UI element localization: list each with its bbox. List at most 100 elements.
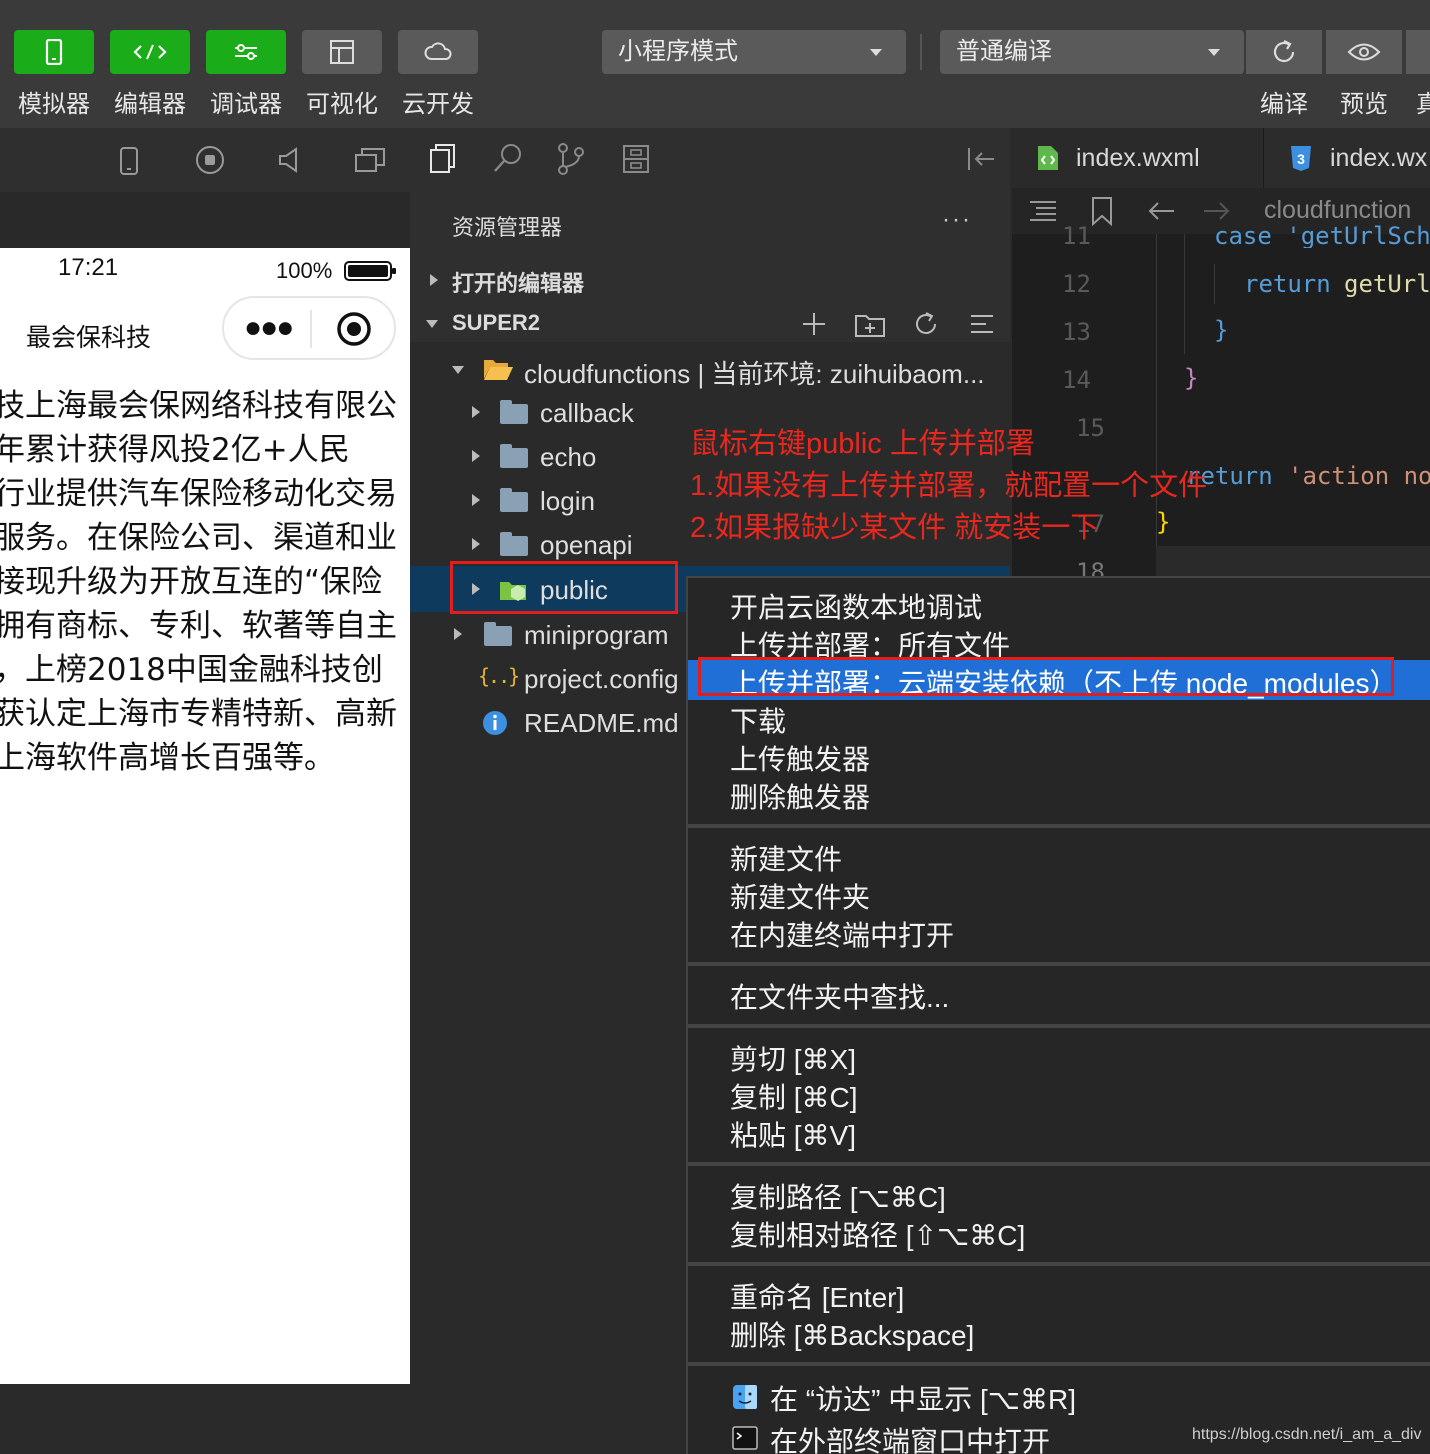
folder-icon [484, 622, 512, 646]
indent-guide [1156, 234, 1157, 554]
css-file-icon: 3 [1291, 146, 1311, 171]
menu-item-cut[interactable]: 剪切 [⌘X] [730, 1038, 856, 1078]
refresh-icon [1273, 40, 1295, 63]
current-line-highlight [1156, 546, 1430, 576]
body-text-line: 技上海最会保网络科技有限公 [0, 388, 397, 424]
menu-item-new-folder[interactable]: 新建文件夹 [730, 876, 870, 916]
real-device-button[interactable] [1406, 30, 1430, 74]
tab-index-wxss[interactable]: 3 index.wx [1266, 128, 1430, 188]
line-number: 14 [1062, 366, 1091, 394]
bookmark-icon[interactable] [1090, 196, 1114, 226]
simulator-button[interactable] [14, 30, 94, 74]
menu-item-delete[interactable]: 删除 [⌘Backspace] [730, 1314, 974, 1354]
layout-icon [330, 40, 354, 64]
menu-item-reveal-in-finder[interactable]: 在 “访达” 中显示 [⌥⌘R] [770, 1378, 1076, 1418]
stop-icon[interactable] [194, 144, 226, 176]
cloud-dev-label: 云开发 [402, 91, 474, 118]
explorer-title: 资源管理器 [452, 215, 563, 240]
tab-label: index.wxml [1076, 144, 1200, 172]
tab-index-wxml[interactable]: index.wxml [1012, 128, 1264, 188]
more-dots-icon[interactable]: ●●● [244, 313, 294, 343]
menu-item-download[interactable]: 下载 [730, 700, 786, 740]
more-actions-button[interactable]: ··· [942, 206, 972, 234]
top-toolbar: 模拟器 编辑器 调试器 可视化 云开发 小程序模式 普通编译 编译 预览 真 [0, 0, 1430, 128]
context-menu: 开启云函数本地调试 上传并部署：所有文件 上传并部署：云端安装依赖（不上传 no… [686, 576, 1430, 1454]
chevron-down-icon [1208, 49, 1220, 56]
debugger-button[interactable] [206, 30, 286, 74]
wxml-file-icon [1038, 146, 1058, 170]
compile-select-value: 普通编译 [956, 38, 1052, 65]
body-text-line: 接现升级为开放互连的“保险 [0, 564, 383, 600]
arrow-left-icon[interactable] [1146, 198, 1176, 224]
workspace-section[interactable]: SUPER2 [410, 302, 1010, 342]
menu-item-open-external-terminal[interactable]: 在外部终端窗口中打开 [770, 1420, 1050, 1454]
device-icon[interactable] [118, 146, 140, 176]
svg-text:3: 3 [1297, 151, 1305, 167]
window-icon[interactable] [354, 146, 386, 174]
terminal-icon [732, 1426, 758, 1450]
menu-item-delete-trigger[interactable]: 删除触发器 [730, 776, 870, 816]
menu-item-find-in-folder[interactable]: 在文件夹中查找... [730, 976, 949, 1016]
preview-button[interactable] [1326, 30, 1402, 74]
watermark: https://blog.csdn.net/i_am_a_div [1192, 1426, 1422, 1443]
visual-button[interactable] [302, 30, 382, 74]
menu-item-copy[interactable]: 复制 [⌘C] [730, 1076, 858, 1116]
folder-icon [500, 488, 528, 512]
body-text-line: ，上榜2018中国金融科技创 [0, 652, 383, 688]
menu-item-open-terminal[interactable]: 在内建终端中打开 [730, 914, 954, 954]
menu-separator [688, 1024, 1430, 1028]
compile-select[interactable]: 普通编译 [940, 30, 1244, 74]
volume-icon[interactable] [276, 146, 304, 174]
code-line-11: case 'getUrlSch [1214, 222, 1430, 248]
refresh-icon[interactable] [912, 310, 940, 338]
line-number: 13 [1062, 318, 1091, 346]
editor-label: 编辑器 [114, 91, 186, 118]
menu-item-upload-trigger[interactable]: 上传触发器 [730, 738, 870, 778]
menu-item-new-file[interactable]: 新建文件 [730, 838, 842, 878]
close-target-icon[interactable] [336, 311, 372, 347]
devtools-window: 模拟器 编辑器 调试器 可视化 云开发 小程序模式 普通编译 编译 预览 真 1… [0, 0, 1430, 1454]
capsule-divider [310, 310, 312, 348]
menu-item-copy-relative-path[interactable]: 复制相对路径 [⇧⌥⌘C] [730, 1214, 1025, 1254]
open-editors-section[interactable]: 打开的编辑器 [410, 258, 1010, 302]
chevron-right-icon [472, 450, 480, 462]
collapse-panel-icon[interactable] [966, 146, 996, 172]
tree-label: echo [540, 442, 597, 472]
tree-label: openapi [540, 530, 633, 560]
indent-guide [1184, 234, 1185, 354]
menu-item-local-debug[interactable]: 开启云函数本地调试 [730, 586, 982, 626]
body-text-line: 服务。在保险公司、渠道和业 [0, 520, 397, 556]
tree-item-cloudfunctions[interactable]: cloudfunctions | 当前环境: zuihuibaom... [410, 346, 1010, 390]
arrow-right-icon[interactable] [1202, 198, 1232, 224]
chevron-down-icon [426, 320, 438, 328]
tree-label: README.md [524, 708, 679, 738]
json-file-icon: {..} [478, 664, 520, 688]
cloud-icon [424, 42, 452, 60]
simulator-label: 模拟器 [18, 91, 90, 118]
tree-label: login [540, 486, 595, 516]
menu-item-rename[interactable]: 重命名 [Enter] [730, 1276, 904, 1316]
source-control-icon[interactable] [556, 142, 586, 176]
tree-label: cloudfunctions | 当前环境: zuihuibaom... [524, 359, 985, 389]
search-icon[interactable] [492, 142, 524, 174]
outline-list-icon[interactable] [1028, 198, 1058, 224]
files-icon[interactable] [428, 142, 460, 174]
status-time: 17:21 [58, 254, 119, 281]
folder-icon [500, 400, 528, 424]
chevron-right-icon [472, 494, 480, 506]
new-file-icon[interactable] [800, 310, 828, 338]
editor-button[interactable] [110, 30, 190, 74]
compile-button[interactable] [1246, 30, 1322, 74]
workspace-label: SUPER2 [452, 310, 541, 335]
real-device-label: 真 [1416, 91, 1430, 118]
breadcrumb[interactable]: cloudfunction [1264, 196, 1411, 225]
menu-item-paste[interactable]: 粘贴 [⌘V] [730, 1114, 856, 1154]
storage-icon[interactable] [622, 144, 650, 174]
new-folder-icon[interactable] [854, 310, 886, 338]
eye-icon [1347, 43, 1381, 61]
menu-item-copy-path[interactable]: 复制路径 [⌥⌘C] [730, 1176, 946, 1216]
collapse-all-icon[interactable] [968, 310, 996, 338]
status-battery-text: 100% [276, 258, 333, 283]
mode-select[interactable]: 小程序模式 [602, 30, 906, 74]
cloud-dev-button[interactable] [398, 30, 478, 74]
